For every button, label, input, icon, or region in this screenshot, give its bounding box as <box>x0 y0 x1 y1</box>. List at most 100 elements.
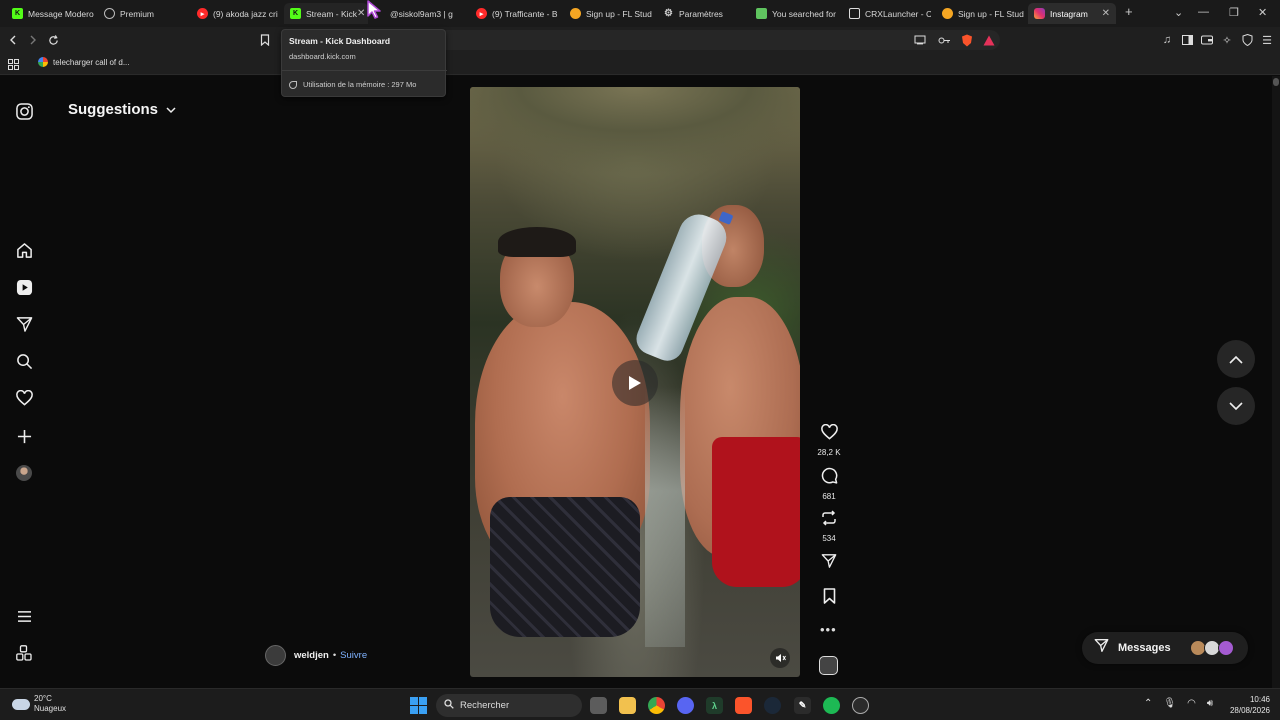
taskbar-search[interactable]: Rechercher <box>436 694 582 717</box>
tab-parametres[interactable]: ⚙ Paramètres <box>657 3 745 24</box>
back-icon[interactable] <box>5 32 21 48</box>
save-action[interactable] <box>812 588 846 609</box>
create-plus-icon[interactable] <box>14 426 34 446</box>
search-icon[interactable] <box>14 351 34 371</box>
profile-avatar[interactable] <box>14 463 34 483</box>
author-avatar[interactable] <box>265 645 286 666</box>
more-apps-icon[interactable] <box>14 643 34 663</box>
previous-reel-button[interactable] <box>1217 340 1255 378</box>
leo-ai-icon[interactable]: ✧ <box>1219 32 1235 48</box>
like-action[interactable]: 28,2 K <box>812 423 846 457</box>
tab-crxlauncher[interactable]: CRXLauncher - C <box>843 3 931 24</box>
tab-instagram[interactable]: Instagram ✕ <box>1028 3 1116 24</box>
search-placeholder: Rechercher <box>460 700 510 711</box>
play-button[interactable] <box>612 360 658 406</box>
wifi-icon[interactable]: ◠ <box>1187 698 1196 709</box>
home-icon[interactable] <box>14 240 34 260</box>
suggestions-header[interactable]: Suggestions <box>68 101 176 118</box>
restore-icon[interactable]: ❐ <box>1229 6 1239 19</box>
repost-action[interactable]: 534 <box>812 510 846 543</box>
new-tab-icon[interactable]: + <box>1125 4 1133 19</box>
minimize-icon[interactable]: — <box>1198 6 1209 18</box>
tab-fl-studio-signup[interactable]: Sign up - FL Stud <box>564 3 652 24</box>
menu-hamburger-icon[interactable] <box>14 606 34 626</box>
password-key-icon[interactable] <box>936 32 952 48</box>
tab-fl-studio-signup-2[interactable]: Sign up - FL Stud <box>936 3 1024 24</box>
heart-icon[interactable] <box>820 423 838 445</box>
tab-youtube-akoda[interactable]: ▸ (9) akoda jazz cri <box>191 3 279 24</box>
weather-widget[interactable]: 20°C Nuageux <box>12 694 66 714</box>
instagram-logo-icon[interactable] <box>14 101 34 121</box>
send-direct-icon[interactable] <box>14 314 34 334</box>
task-view-icon[interactable] <box>590 697 607 714</box>
sidebar-toggle-icon[interactable] <box>1179 32 1195 48</box>
tab-stream-kick[interactable]: K Stream - Kick ✕ <box>284 3 368 24</box>
tooltip-memory: Utilisation de la mémoire : 297 Mo <box>289 80 416 89</box>
forward-icon[interactable] <box>25 32 41 48</box>
cloud-icon <box>12 698 30 710</box>
bookmark-save-icon[interactable] <box>823 588 836 609</box>
close-tab-icon[interactable]: ✕ <box>357 8 365 19</box>
fl-icon <box>570 8 581 19</box>
tab-label: Premium <box>120 8 155 19</box>
page-scrollbar[interactable] <box>1272 76 1280 688</box>
terminal-app-icon[interactable]: λ <box>706 697 723 714</box>
bookmark-page-icon[interactable] <box>257 32 273 48</box>
chevron-down-icon <box>166 101 176 118</box>
volume-icon[interactable]: 🔊︎ <box>1207 698 1213 709</box>
quill-app-icon[interactable]: ✎ <box>794 697 811 714</box>
tab-search-chevron-icon[interactable]: ⌄ <box>1174 6 1183 19</box>
suggestions-title: Suggestions <box>68 101 159 118</box>
clock-time: 10:46 <box>1249 695 1270 704</box>
steam-icon[interactable] <box>764 697 781 714</box>
brave-rewards-icon[interactable] <box>981 32 997 48</box>
mute-toggle-button[interactable] <box>770 648 790 668</box>
youtube-icon: ▸ <box>197 8 208 19</box>
close-tab-icon[interactable]: ✕ <box>1102 8 1110 19</box>
reels-icon[interactable] <box>14 277 34 297</box>
clock-date: 28/08/2026 <box>1229 706 1270 715</box>
scrollbar-thumb[interactable] <box>1273 78 1279 86</box>
spotify-icon[interactable] <box>823 697 840 714</box>
reload-icon[interactable] <box>45 32 61 48</box>
original-audio-thumbnail[interactable] <box>819 656 838 675</box>
apps-grid-icon[interactable] <box>5 56 21 72</box>
notifications-heart-icon[interactable] <box>14 388 34 408</box>
brave-shield-icon[interactable] <box>959 32 975 48</box>
author-username[interactable]: weldjen <box>294 650 329 661</box>
share-action[interactable] <box>812 553 846 574</box>
chrome-icon[interactable] <box>648 697 665 714</box>
tab-youtube-trafficante[interactable]: ▸ (9) Trafficante - B <box>470 3 558 24</box>
discord-icon[interactable] <box>677 697 694 714</box>
next-reel-button[interactable] <box>1217 387 1255 425</box>
chevron-up-icon[interactable]: ⌃ <box>1144 698 1152 709</box>
menu-hamburger-icon[interactable]: ☰ <box>1259 32 1275 48</box>
brave-browser-icon[interactable] <box>735 697 752 714</box>
app-with-notification-icon[interactable] <box>852 697 869 714</box>
wallet-icon[interactable] <box>1199 32 1215 48</box>
microphone-icon[interactable]: 🎙︎ <box>1163 698 1176 709</box>
media-controls-icon[interactable]: ♫ <box>1159 32 1175 48</box>
cast-icon[interactable] <box>912 32 928 48</box>
close-window-icon[interactable]: ✕ <box>1258 6 1267 19</box>
comment-action[interactable]: 681 <box>812 467 846 501</box>
tab-message-moderation[interactable]: K Message Modero <box>6 3 94 24</box>
tab-you-searched[interactable]: You searched for <box>750 3 838 24</box>
messages-button[interactable]: Messages <box>1082 632 1248 664</box>
more-options-icon[interactable]: ••• <box>820 622 837 637</box>
vpn-shield-icon[interactable] <box>1239 32 1255 48</box>
tab-premium[interactable]: Premium <box>98 3 186 24</box>
repost-icon[interactable] <box>821 510 837 531</box>
bookmark-call-of-duty[interactable]: telecharger call of d... <box>38 57 129 67</box>
send-direct-icon <box>1094 638 1109 658</box>
windows-start-button[interactable] <box>410 697 427 714</box>
messages-label: Messages <box>1118 642 1171 654</box>
memory-saver-icon <box>289 80 297 89</box>
tab-siskol[interactable]: @siskol9am3 | g <box>384 3 464 24</box>
file-explorer-icon[interactable] <box>619 697 636 714</box>
system-clock[interactable]: 10:46 28/08/2026 <box>1226 694 1270 716</box>
tab-label: Message Modero <box>28 8 94 19</box>
comment-icon[interactable] <box>821 467 838 489</box>
follow-link[interactable]: Suivre <box>340 650 367 661</box>
send-share-icon[interactable] <box>821 553 837 574</box>
